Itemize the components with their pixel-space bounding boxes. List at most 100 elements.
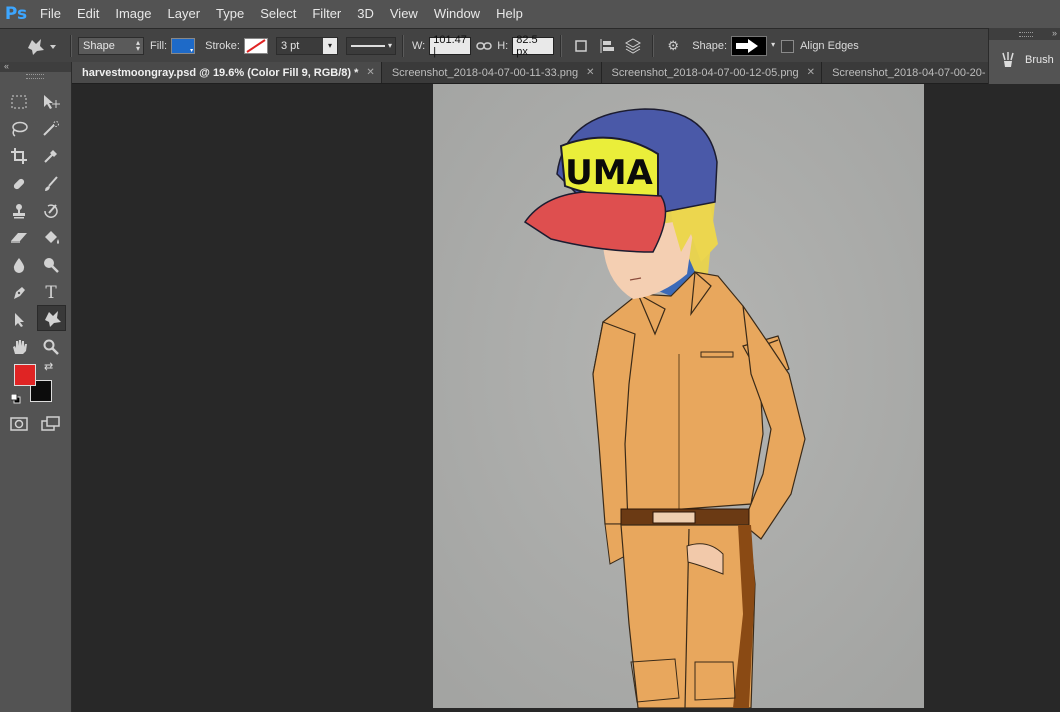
- tools-panel-header[interactable]: «: [0, 61, 71, 72]
- arrow-shape-icon: [736, 39, 759, 53]
- tools-panel: « T ⇄: [0, 61, 72, 712]
- height-label: H:: [497, 40, 509, 52]
- crop-tool-icon[interactable]: [6, 144, 32, 168]
- hand-tool-icon[interactable]: [6, 335, 32, 359]
- align-edges-label: Align Edges: [800, 40, 859, 52]
- document-tab-label: harvestmoongray.psd @ 19.6% (Color Fill …: [82, 66, 359, 79]
- expand-panels-icon[interactable]: »: [1052, 28, 1057, 38]
- foreground-color-swatch[interactable]: [14, 364, 36, 386]
- width-label: W:: [411, 40, 426, 52]
- custom-shape-tool-icon[interactable]: [37, 305, 66, 331]
- clone-stamp-tool-icon[interactable]: [6, 199, 32, 223]
- menu-help[interactable]: Help: [488, 0, 531, 28]
- stroke-type-line-icon: [350, 45, 385, 47]
- divider: [401, 35, 404, 57]
- dropdown-arrow-icon: ▾: [190, 48, 194, 54]
- close-icon[interactable]: ✕: [586, 67, 594, 78]
- stroke-label: Stroke:: [205, 40, 240, 52]
- panel-grip-icon[interactable]: [1019, 32, 1033, 37]
- document-tab-label: Screenshot_2018-04-07-00-11-33.png: [391, 66, 579, 79]
- menu-filter[interactable]: Filter: [304, 0, 349, 28]
- menu-view[interactable]: View: [382, 0, 426, 28]
- tools-panel-grip[interactable]: [0, 72, 71, 80]
- zoom-tool-icon[interactable]: [38, 335, 64, 359]
- stroke-color-swatch[interactable]: [243, 38, 268, 54]
- path-arrangement-icon[interactable]: [623, 36, 643, 56]
- no-color-slash-icon: [246, 39, 266, 53]
- path-operations-icon[interactable]: [571, 36, 591, 56]
- document-tab-label: Screenshot_2018-04-07-00-20-: [832, 66, 986, 79]
- type-tool-icon[interactable]: T: [38, 281, 64, 305]
- divider: [560, 35, 563, 57]
- height-input[interactable]: 82.5 px: [512, 34, 555, 58]
- stroke-width-value: 3 pt: [280, 40, 300, 52]
- eyedropper-tool-icon[interactable]: [38, 144, 64, 168]
- tool-mode-select[interactable]: Shape ▴ ▾: [78, 37, 144, 55]
- dodge-tool-icon[interactable]: [38, 253, 64, 277]
- photoshop-logo: Ps: [4, 4, 28, 24]
- panel-dock-header[interactable]: »: [989, 28, 1060, 40]
- history-brush-tool-icon[interactable]: [38, 199, 64, 223]
- menu-bar: Ps File Edit Image Layer Type Select Fil…: [0, 0, 1060, 28]
- path-selection-tool-icon[interactable]: [6, 308, 32, 332]
- fill-label: Fill:: [150, 40, 168, 52]
- menu-image[interactable]: Image: [107, 0, 159, 28]
- quick-mask-mode-icon[interactable]: [6, 412, 32, 436]
- document-tab-label: Screenshot_2018-04-07-00-12-05.png: [611, 66, 799, 79]
- dropdown-arrow-icon: ▾: [771, 40, 776, 49]
- menu-file[interactable]: File: [32, 0, 69, 28]
- brush-panel-icon: [1002, 52, 1014, 67]
- stroke-type-select[interactable]: ▾: [345, 37, 396, 55]
- menu-select[interactable]: Select: [252, 0, 304, 28]
- spot-healing-brush-icon[interactable]: [6, 172, 32, 196]
- options-bar: Shape ▴ ▾ Fill: ▾ Stroke: 3 pt ▾ ▾ W: 101…: [0, 28, 988, 63]
- link-dimensions-icon[interactable]: [474, 36, 494, 56]
- cap-text: UMA: [565, 153, 653, 193]
- brush-panel-label: Brush: [1025, 54, 1054, 66]
- quick-selection-tool-icon[interactable]: [38, 117, 64, 141]
- collapse-tools-icon[interactable]: «: [4, 61, 9, 71]
- move-tool-icon[interactable]: [38, 90, 64, 114]
- menu-window[interactable]: Window: [426, 0, 488, 28]
- stroke-width-field[interactable]: 3 pt ▾: [275, 37, 338, 55]
- shape-label: Shape:: [692, 40, 728, 52]
- document-canvas[interactable]: UMA: [433, 84, 924, 708]
- shape-picker[interactable]: ▾: [731, 36, 775, 56]
- dropdown-arrow-icon: ▾: [387, 41, 392, 50]
- close-icon[interactable]: ✕: [807, 67, 815, 78]
- blur-tool-icon[interactable]: [6, 253, 32, 277]
- path-alignment-icon[interactable]: [597, 36, 617, 56]
- document-tab[interactable]: Screenshot_2018-04-07-00-12-05.png ✕: [601, 62, 823, 83]
- select-arrows-icon: ▴ ▾: [135, 38, 140, 53]
- divider: [70, 35, 72, 57]
- document-tab[interactable]: Screenshot_2018-04-07-00-11-33.png ✕: [381, 62, 602, 83]
- pen-tool-icon[interactable]: [6, 281, 32, 305]
- brush-tool-icon[interactable]: [38, 172, 64, 196]
- default-colors-icon[interactable]: [11, 394, 21, 404]
- menu-edit[interactable]: Edit: [69, 0, 107, 28]
- swap-colors-icon[interactable]: ⇄: [44, 360, 53, 373]
- divider: [652, 35, 655, 57]
- document-tab[interactable]: harvestmoongray.psd @ 19.6% (Color Fill …: [72, 62, 382, 83]
- lasso-tool-icon[interactable]: [6, 117, 32, 141]
- canvas-workspace[interactable]: UMA: [72, 84, 1060, 712]
- screen-mode-icon[interactable]: [38, 412, 64, 436]
- document-tab-bar: harvestmoongray.psd @ 19.6% (Color Fill …: [72, 62, 988, 84]
- rectangular-marquee-tool-icon[interactable]: [6, 90, 32, 114]
- fill-color-swatch[interactable]: ▾: [171, 38, 196, 54]
- document-tab[interactable]: Screenshot_2018-04-07-00-20-: [822, 62, 988, 83]
- stroke-width-dropdown-icon[interactable]: ▾: [322, 38, 337, 54]
- width-input[interactable]: 101.47 |: [429, 34, 472, 58]
- gear-icon[interactable]: ⚙: [663, 36, 683, 56]
- menu-3d[interactable]: 3D: [349, 0, 382, 28]
- eraser-tool-icon[interactable]: [6, 226, 32, 250]
- paint-bucket-tool-icon[interactable]: [38, 226, 64, 250]
- menu-type[interactable]: Type: [208, 0, 252, 28]
- collapsed-panel-dock: » Brush: [988, 28, 1060, 84]
- brush-panel-button[interactable]: Brush: [989, 40, 1060, 80]
- tool-preset-picker[interactable]: [20, 34, 64, 58]
- close-icon[interactable]: ✕: [366, 67, 374, 78]
- menu-layer[interactable]: Layer: [160, 0, 209, 28]
- custom-shape-tool-icon: [28, 39, 56, 55]
- align-edges-checkbox[interactable]: [781, 39, 795, 53]
